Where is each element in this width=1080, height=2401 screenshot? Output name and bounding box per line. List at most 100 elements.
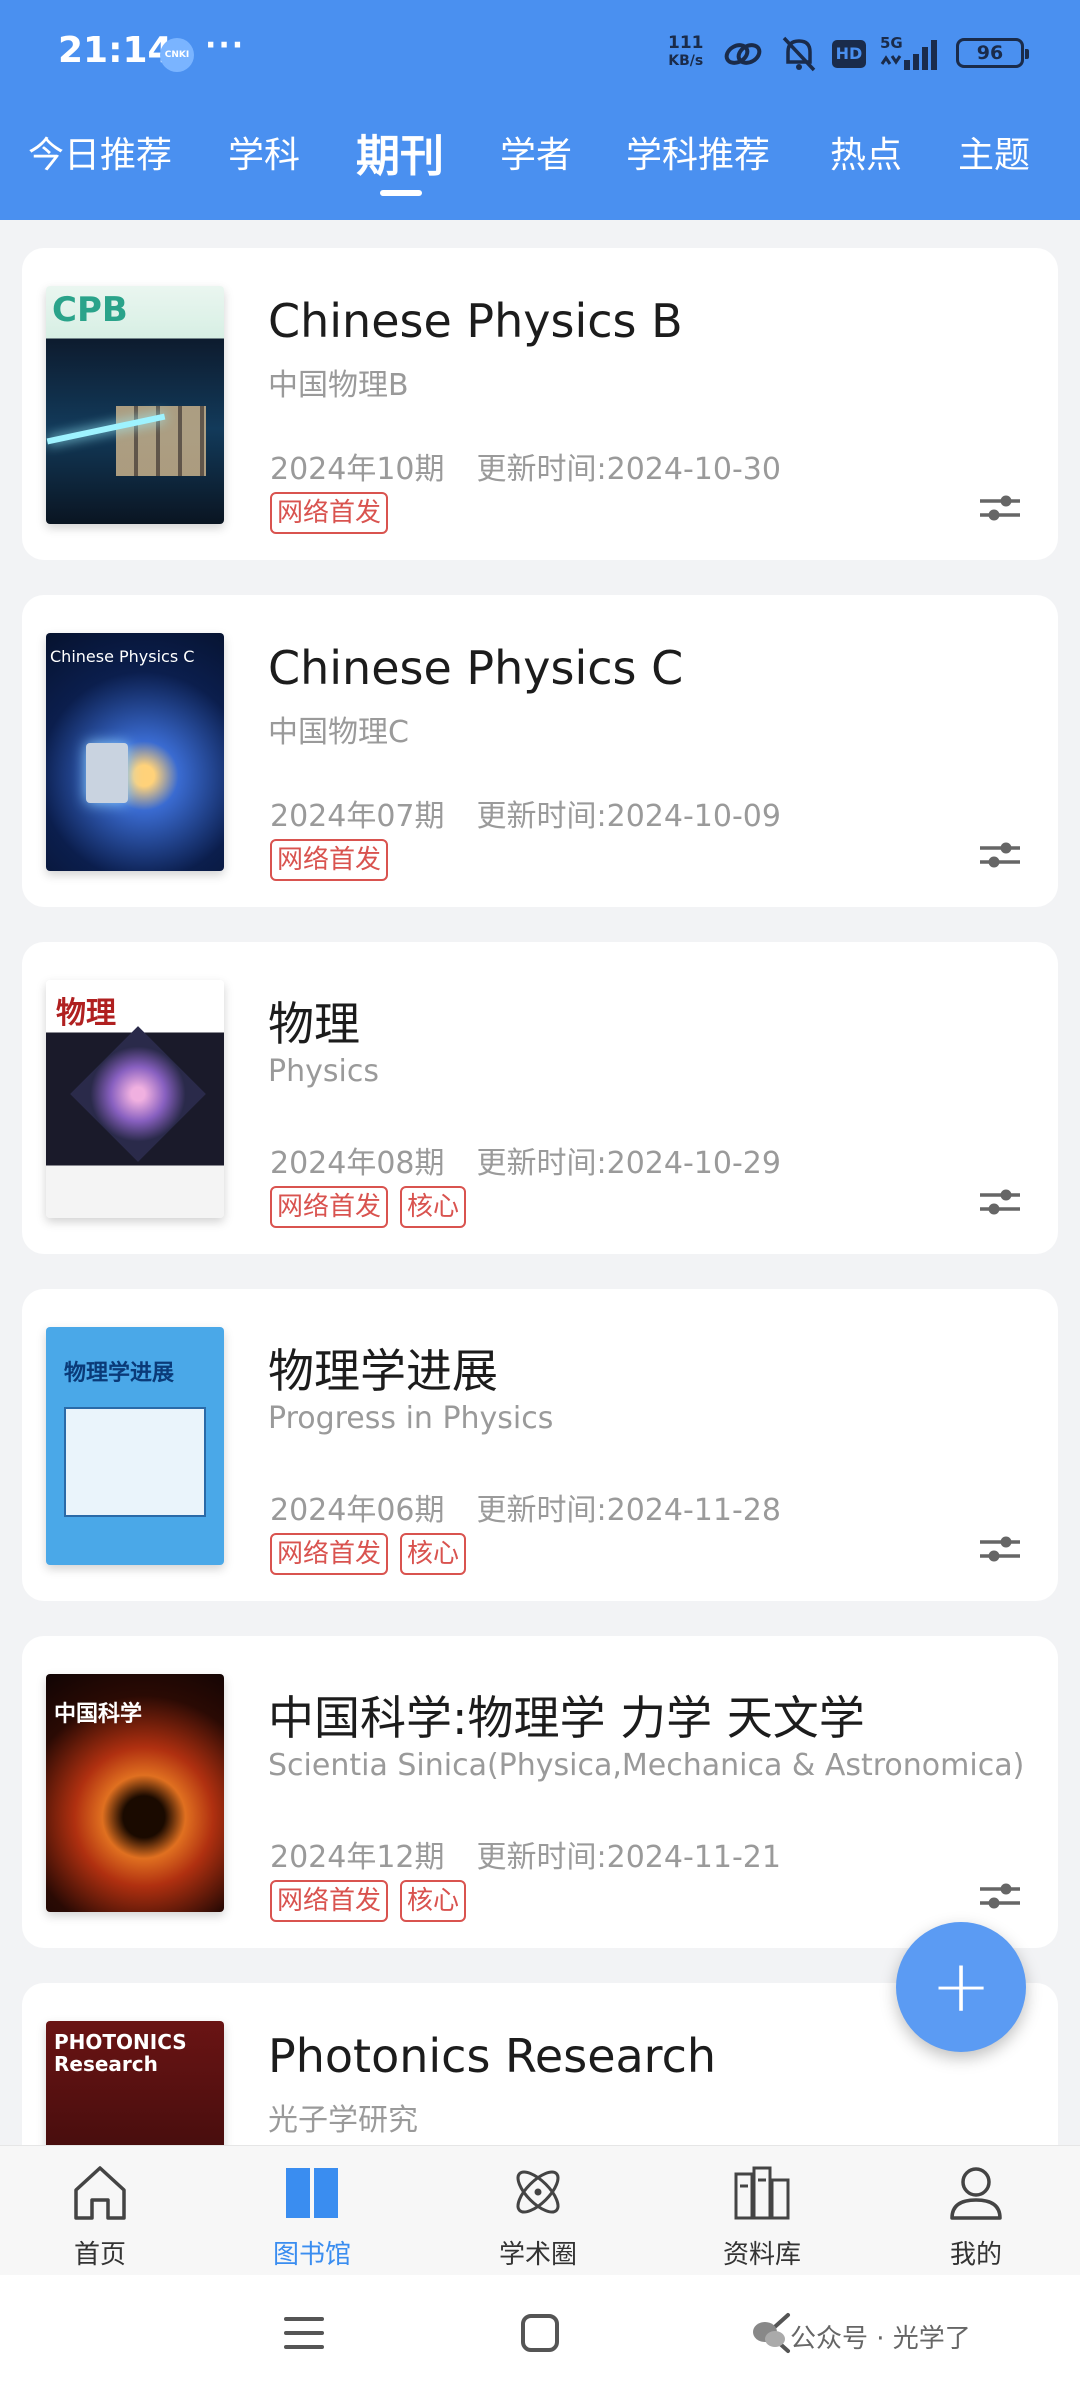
nav-database[interactable]: 资料库 bbox=[682, 2160, 842, 2271]
watermark-text: 公众号 · 光学了 bbox=[790, 2324, 971, 2354]
status-bar: 21:14 CNKI ··· 111 KB/s HD 5G 96 bbox=[0, 0, 1080, 110]
sliders-icon[interactable] bbox=[978, 1529, 1022, 1569]
link-icon bbox=[724, 43, 762, 65]
journal-meta: 2024年08期 更新时间:2024-10-29 bbox=[270, 1138, 781, 1182]
nav-library[interactable]: 图书馆 bbox=[232, 2160, 392, 2271]
tab-journal[interactable]: 期刊 bbox=[356, 120, 444, 184]
journal-title[interactable]: 中国科学:物理学 力学 天文学 bbox=[268, 1682, 865, 1748]
journal-cover-scientia-sinica[interactable]: 中国科学 bbox=[46, 1674, 224, 1912]
nav-label: 首页 bbox=[73, 2240, 126, 2270]
journal-card[interactable]: 物理学进展 物理学进展 Progress in Physics 2024年06期… bbox=[22, 1289, 1058, 1601]
home-square-icon[interactable] bbox=[518, 2311, 562, 2355]
journal-title[interactable]: 物理学进展 bbox=[268, 1335, 498, 1401]
journal-issue: 2024年12期 bbox=[270, 1840, 445, 1875]
nav-home[interactable]: 首页 bbox=[20, 2160, 180, 2271]
status-time: 21:14 bbox=[58, 30, 173, 71]
journal-card[interactable]: Chinese Physics C Chinese Physics C 中国物理… bbox=[22, 595, 1058, 907]
profile-icon bbox=[950, 2167, 1002, 2220]
journal-meta: 2024年07期 更新时间:2024-10-09 bbox=[270, 791, 781, 835]
journal-updated: 更新时间:2024-11-28 bbox=[476, 1493, 781, 1528]
book-icon bbox=[286, 2168, 338, 2218]
journal-updated: 更新时间:2024-10-29 bbox=[476, 1146, 781, 1181]
hd-badge-icon: HD bbox=[832, 40, 866, 68]
badge-core: 核心 bbox=[400, 1880, 467, 1922]
tab-topic[interactable]: 主题 bbox=[958, 126, 1030, 178]
journal-badges: 网络首发 bbox=[270, 492, 389, 534]
tab-today-recommend[interactable]: 今日推荐 bbox=[28, 126, 172, 178]
category-tabs: 今日推荐 学科 期刊 学者 学科推荐 热点 主题 bbox=[0, 118, 1080, 198]
cover-art bbox=[64, 1407, 206, 1517]
journal-issue: 2024年10期 bbox=[270, 452, 445, 487]
journal-cover-cpc[interactable]: Chinese Physics C bbox=[46, 633, 224, 871]
journal-cover-physics[interactable]: 物理 bbox=[46, 980, 224, 1218]
badge-core: 核心 bbox=[400, 1533, 467, 1575]
journal-badges: 网络首发 bbox=[270, 839, 389, 881]
tab-subject[interactable]: 学科 bbox=[228, 126, 300, 178]
tab-scholar[interactable]: 学者 bbox=[500, 126, 572, 178]
journal-title[interactable]: Chinese Physics B bbox=[268, 294, 683, 348]
cover-art bbox=[70, 1026, 206, 1162]
journal-meta: 2024年06期 更新时间:2024-11-28 bbox=[270, 1485, 781, 1529]
cover-title: 物理学进展 bbox=[64, 1360, 175, 1386]
journal-updated: 更新时间:2024-11-21 bbox=[476, 1840, 781, 1875]
journal-subtitle: 中国物理C bbox=[268, 715, 409, 750]
signal-icon bbox=[880, 40, 937, 70]
menu-icon[interactable] bbox=[282, 2313, 326, 2353]
journal-issue: 2024年08期 bbox=[270, 1146, 445, 1181]
journal-title[interactable]: Chinese Physics C bbox=[268, 641, 683, 695]
journal-card[interactable]: CPB Chinese Physics B 中国物理B 2024年10期 更新时间… bbox=[22, 248, 1058, 560]
journal-meta: 2024年12期 更新时间:2024-11-21 bbox=[270, 1832, 781, 1876]
badge-core: 核心 bbox=[400, 1186, 467, 1228]
nav-label: 我的 bbox=[949, 2240, 1002, 2270]
network-speed: 111 KB/s bbox=[668, 34, 704, 70]
badge-online-first: 网络首发 bbox=[270, 492, 389, 534]
journal-cover-photonics-research[interactable]: PHOTONICS Research bbox=[46, 2021, 224, 2145]
badge-online-first: 网络首发 bbox=[270, 1533, 389, 1575]
nav-profile[interactable]: 我的 bbox=[896, 2160, 1056, 2271]
cover-title: 物理 bbox=[56, 996, 116, 1031]
cnki-app-icon: CNKI bbox=[160, 38, 194, 72]
journal-title[interactable]: 物理 bbox=[268, 988, 360, 1054]
journal-title[interactable]: Photonics Research bbox=[268, 2029, 716, 2083]
wechat-icon bbox=[753, 2322, 785, 2347]
cover-title: CPB bbox=[52, 290, 128, 330]
active-tab-indicator bbox=[380, 190, 422, 196]
sliders-icon[interactable] bbox=[978, 1182, 1022, 1222]
battery-indicator: 96 bbox=[956, 38, 1029, 68]
mute-bell-icon bbox=[782, 36, 816, 72]
nav-label: 资料库 bbox=[722, 2240, 801, 2270]
cover-title: 中国科学 bbox=[54, 1701, 143, 1727]
nav-label: 图书馆 bbox=[272, 2240, 351, 2270]
journal-badges: 网络首发 核心 bbox=[270, 1880, 467, 1922]
home-icon bbox=[74, 2166, 126, 2220]
tab-hotspot[interactable]: 热点 bbox=[830, 126, 902, 178]
cover-title: Chinese Physics C bbox=[50, 647, 195, 666]
journal-badges: 网络首发 核心 bbox=[270, 1533, 467, 1575]
nav-label: 学术圈 bbox=[498, 2240, 577, 2270]
top-header: 21:14 CNKI ··· 111 KB/s HD 5G 96 今日推荐 学科 bbox=[0, 0, 1080, 220]
journal-updated: 更新时间:2024-10-30 bbox=[476, 452, 781, 487]
network-speed-unit: KB/s bbox=[668, 53, 704, 69]
journal-subtitle: Progress in Physics bbox=[268, 1401, 554, 1436]
journal-card[interactable]: 中国科学 中国科学:物理学 力学 天文学 Scientia Sinica(Phy… bbox=[22, 1636, 1058, 1948]
badge-online-first: 网络首发 bbox=[270, 839, 389, 881]
journal-issue: 2024年07期 bbox=[270, 799, 445, 834]
database-icon bbox=[734, 2166, 790, 2220]
sliders-icon[interactable] bbox=[978, 1876, 1022, 1916]
tab-subject-recommend[interactable]: 学科推荐 bbox=[626, 126, 770, 178]
journal-subtitle: 光子学研究 bbox=[268, 2103, 418, 2138]
journal-cover-cpb[interactable]: CPB bbox=[46, 286, 224, 524]
sliders-icon[interactable] bbox=[978, 835, 1022, 875]
nav-academic-circle[interactable]: 学术圈 bbox=[458, 2160, 618, 2271]
journal-cover-progress-physics[interactable]: 物理学进展 bbox=[46, 1327, 224, 1565]
journal-meta: 2024年10期 更新时间:2024-10-30 bbox=[270, 444, 781, 488]
badge-online-first: 网络首发 bbox=[270, 1880, 389, 1922]
sliders-icon[interactable] bbox=[978, 488, 1022, 528]
network-speed-value: 111 bbox=[668, 33, 704, 53]
journal-card[interactable]: 物理 物理 Physics 2024年08期 更新时间:2024-10-29 网络… bbox=[22, 942, 1058, 1254]
badge-online-first: 网络首发 bbox=[270, 1186, 389, 1228]
journal-updated: 更新时间:2024-10-09 bbox=[476, 799, 781, 834]
atom-icon bbox=[516, 2170, 560, 2214]
cover-art bbox=[86, 743, 128, 803]
add-button[interactable]: + bbox=[896, 1922, 1026, 2052]
